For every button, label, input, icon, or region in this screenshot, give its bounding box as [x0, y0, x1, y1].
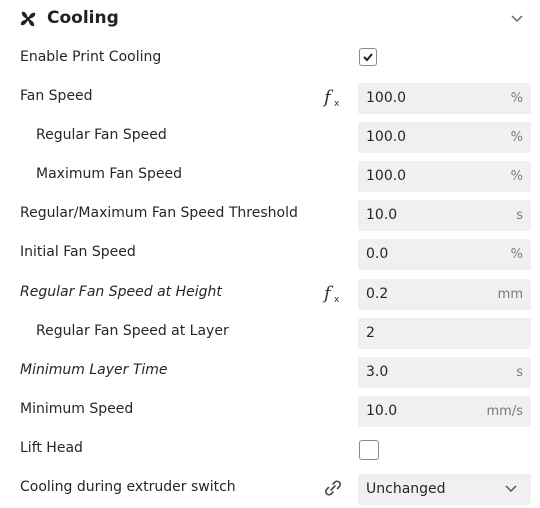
field-unit: s	[516, 208, 523, 223]
field-unit: %	[510, 247, 523, 262]
function-icon[interactable]: f x	[322, 281, 344, 305]
field-value: 100.0	[366, 90, 407, 106]
field-unit: %	[510, 130, 523, 145]
cooling-extruder-switch-select[interactable]: Unchanged	[358, 474, 531, 505]
setting-row-initial-fan-speed: Initial Fan Speed 0.0 %	[0, 234, 540, 273]
field-unit: mm	[497, 287, 523, 302]
function-icon[interactable]: f x	[322, 85, 344, 109]
setting-row-lift-head: Lift Head	[0, 430, 540, 469]
field-unit: mm/s	[486, 404, 523, 419]
setting-label: Lift Head	[20, 440, 83, 456]
field-value: 10.0	[366, 403, 398, 419]
minimum-layer-time-input[interactable]: 3.0 s	[358, 357, 531, 388]
field-value: 0.0	[366, 246, 389, 262]
setting-row-regular-fan-speed-height: Regular Fan Speed at Height f x 0.2 mm	[0, 274, 540, 313]
setting-label: Regular Fan Speed at Height	[20, 284, 222, 300]
field-value: 3.0	[366, 364, 389, 380]
enable-print-cooling-checkbox[interactable]	[359, 48, 377, 66]
fan-icon	[20, 11, 36, 27]
minimum-speed-input[interactable]: 10.0 mm/s	[358, 396, 531, 427]
field-unit: s	[516, 365, 523, 380]
svg-text:f: f	[322, 283, 334, 304]
section-title: Cooling	[47, 8, 119, 28]
field-value: 10.0	[366, 207, 398, 223]
chevron-down-icon	[505, 485, 517, 493]
initial-fan-speed-input[interactable]: 0.0 %	[358, 239, 531, 270]
setting-row-fan-speed-threshold: Regular/Maximum Fan Speed Threshold 10.0…	[0, 195, 540, 234]
setting-row-regular-fan-speed-layer: Regular Fan Speed at Layer 2	[0, 313, 540, 352]
setting-row-maximum-fan-speed: Maximum Fan Speed 100.0 %	[0, 156, 540, 195]
regular-fan-speed-input[interactable]: 100.0 %	[358, 122, 531, 153]
lift-head-checkbox[interactable]	[359, 440, 379, 460]
regular-fan-speed-height-input[interactable]: 0.2 mm	[358, 279, 531, 310]
setting-label: Maximum Fan Speed	[36, 166, 182, 182]
svg-text:f: f	[322, 87, 334, 108]
field-value: 100.0	[366, 129, 407, 145]
setting-row-cooling-extruder-switch: Cooling during extruder switch Unchanged	[0, 469, 540, 508]
setting-label: Initial Fan Speed	[20, 244, 136, 260]
link-icon[interactable]	[322, 478, 344, 498]
field-value: 100.0	[366, 168, 407, 184]
setting-label: Enable Print Cooling	[20, 49, 162, 65]
regular-fan-speed-layer-input[interactable]: 2	[358, 318, 531, 349]
setting-label: Regular Fan Speed at Layer	[36, 323, 229, 339]
field-unit: %	[510, 169, 523, 184]
chevron-down-icon[interactable]	[508, 12, 526, 26]
fan-speed-input[interactable]: 100.0 %	[358, 83, 531, 114]
field-unit: %	[510, 91, 523, 106]
setting-label: Cooling during extruder switch	[20, 479, 236, 495]
setting-label: Fan Speed	[20, 88, 93, 104]
setting-row-fan-speed: Fan Speed f x 100.0 %	[0, 78, 540, 117]
setting-label: Minimum Layer Time	[20, 362, 168, 378]
fan-speed-threshold-input[interactable]: 10.0 s	[358, 200, 531, 231]
setting-row-minimum-layer-time: Minimum Layer Time 3.0 s	[0, 352, 540, 391]
section-header[interactable]: Cooling	[0, 0, 540, 38]
cooling-settings-panel: Cooling Enable Print Cooling Fan Speed f…	[0, 0, 540, 505]
setting-label: Regular Fan Speed	[36, 127, 167, 143]
setting-row-regular-fan-speed: Regular Fan Speed 100.0 %	[0, 117, 540, 156]
setting-label: Minimum Speed	[20, 401, 134, 417]
checkmark-icon	[363, 53, 373, 62]
field-value: 0.2	[366, 286, 389, 302]
setting-label: Regular/Maximum Fan Speed Threshold	[20, 205, 298, 221]
svg-text:x: x	[334, 295, 340, 305]
select-value: Unchanged	[366, 481, 446, 497]
setting-row-enable-print-cooling: Enable Print Cooling	[0, 39, 540, 78]
maximum-fan-speed-input[interactable]: 100.0 %	[358, 161, 531, 192]
svg-text:x: x	[334, 99, 340, 109]
setting-row-minimum-speed: Minimum Speed 10.0 mm/s	[0, 391, 540, 430]
field-value: 2	[366, 325, 375, 341]
